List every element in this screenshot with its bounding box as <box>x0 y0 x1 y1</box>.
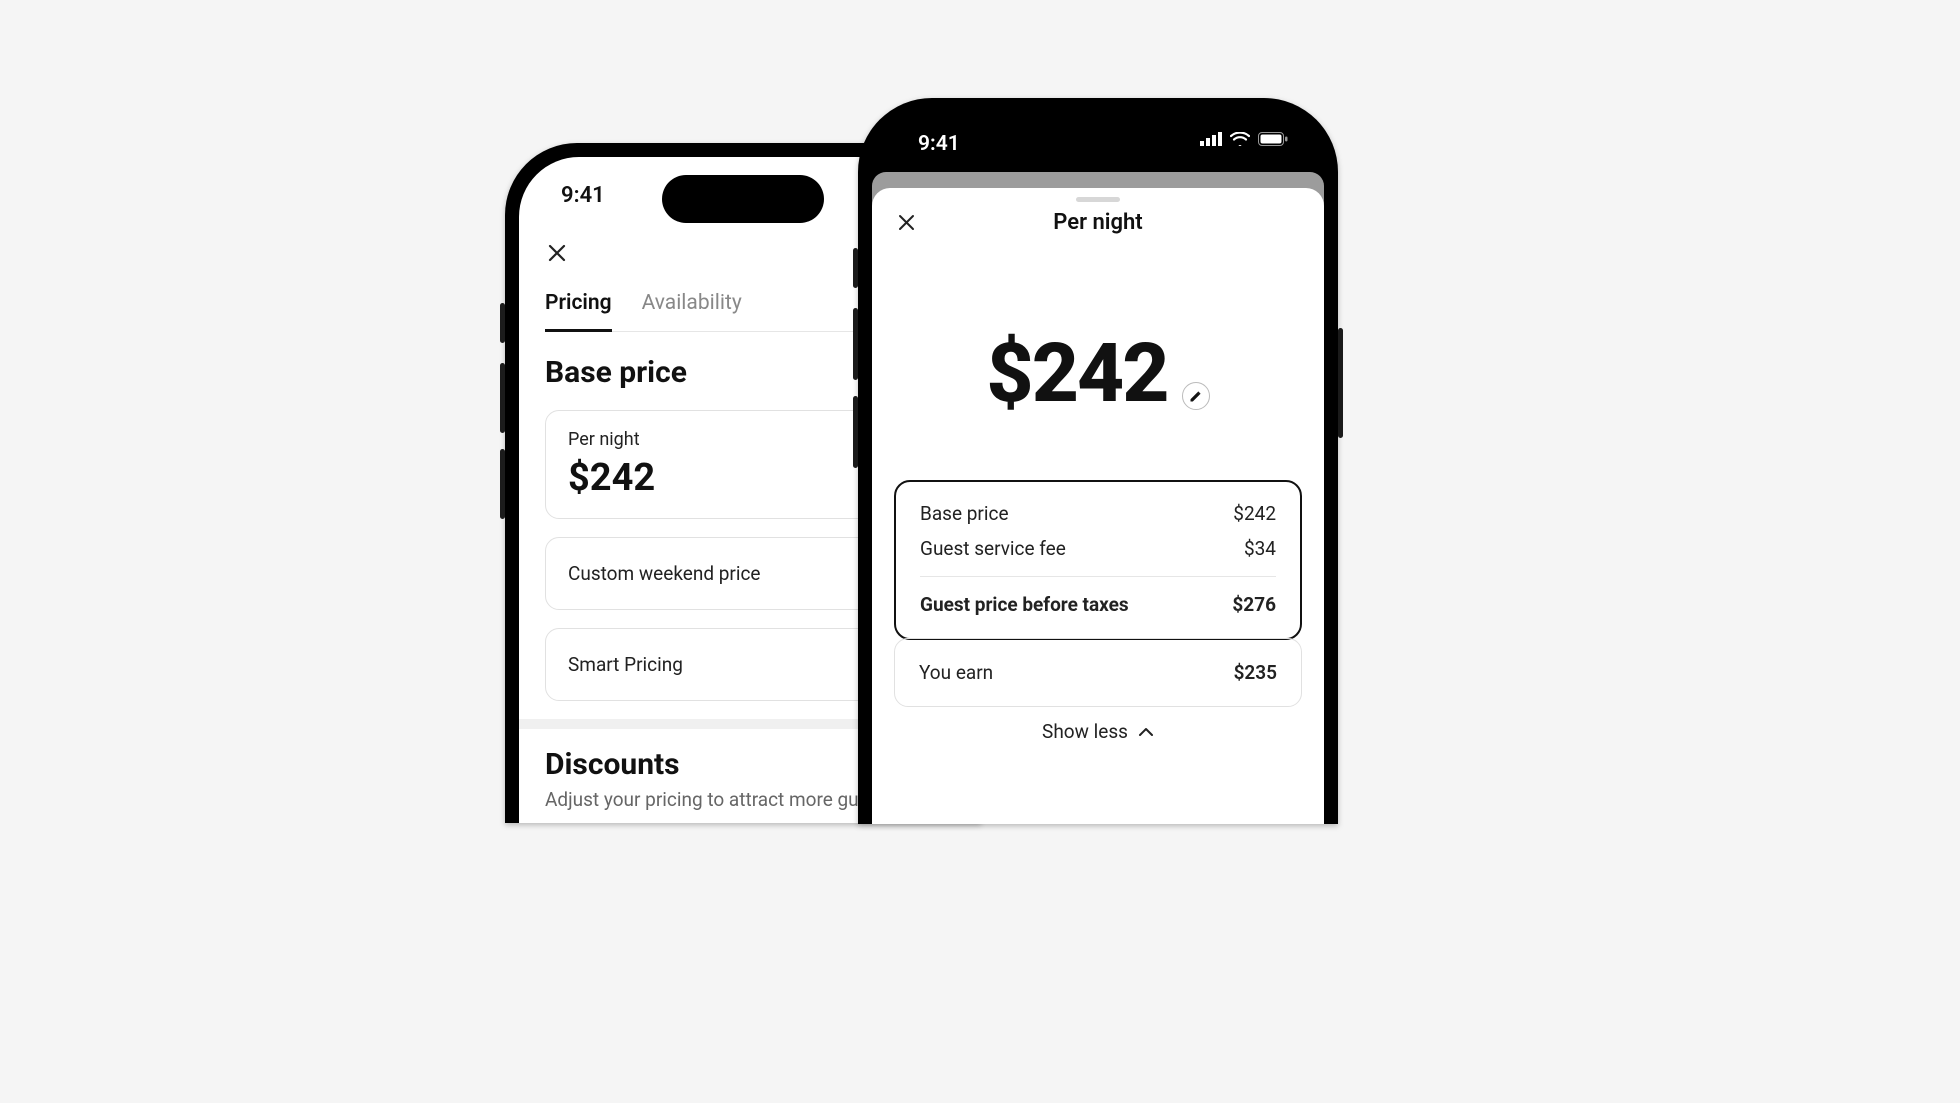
guest-service-fee-value: $34 <box>1244 537 1276 560</box>
pencil-icon <box>1189 390 1202 403</box>
power-button <box>1338 328 1343 438</box>
phone-right: 9:41 Per night $242 <box>858 98 1338 824</box>
you-earn-label: You earn <box>919 661 993 684</box>
edit-price-button[interactable] <box>1182 382 1210 410</box>
base-price-label: Base price <box>920 502 1009 525</box>
cellular-icon <box>1200 132 1222 146</box>
smart-pricing-label: Smart Pricing <box>568 653 683 676</box>
sheet-grabber[interactable] <box>1076 197 1120 202</box>
guest-price-before-taxes-value: $276 <box>1232 593 1276 616</box>
custom-weekend-label: Custom weekend price <box>568 562 761 585</box>
status-time: 9:41 <box>918 132 960 156</box>
battery-icon <box>1258 132 1288 146</box>
close-button[interactable] <box>539 235 575 271</box>
tab-availability[interactable]: Availability <box>642 291 742 331</box>
divider <box>920 576 1276 577</box>
you-earn-card: You earn $235 <box>894 638 1302 707</box>
chevron-up-icon <box>1138 727 1154 737</box>
big-price: $242 <box>986 326 1167 422</box>
status-time: 9:41 <box>561 183 605 208</box>
per-night-sheet: Per night $242 Base price $242 Guest ser… <box>872 188 1324 824</box>
guest-price-before-taxes-label: Guest price before taxes <box>920 593 1129 616</box>
status-bar: 9:41 <box>872 132 1324 158</box>
close-icon <box>548 244 566 262</box>
price-breakdown-card: Base price $242 Guest service fee $34 Gu… <box>894 480 1302 640</box>
show-less-label: Show less <box>1042 720 1128 743</box>
show-less-toggle[interactable]: Show less <box>872 720 1324 743</box>
wifi-icon <box>1230 132 1250 146</box>
dynamic-island <box>662 175 824 223</box>
tab-pricing[interactable]: Pricing <box>545 291 612 332</box>
sheet-title: Per night <box>872 210 1324 235</box>
guest-service-fee-label: Guest service fee <box>920 537 1066 560</box>
phone-right-screen: 9:41 Per night $242 <box>872 112 1324 824</box>
you-earn-value: $235 <box>1234 661 1277 684</box>
base-price-value: $242 <box>1233 502 1276 525</box>
